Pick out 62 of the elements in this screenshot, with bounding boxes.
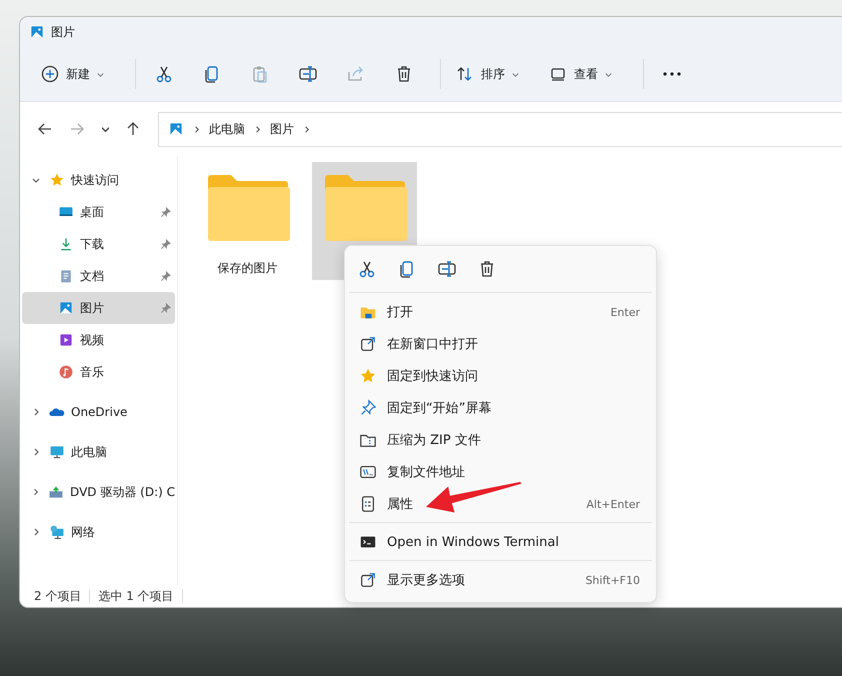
star-icon	[49, 172, 65, 188]
video-icon	[58, 332, 74, 348]
picture-icon	[58, 300, 74, 316]
sidebar-item[interactable]: 文档	[22, 260, 175, 292]
menu-item[interactable]: 显示更多选项 Shift+F10	[349, 564, 652, 596]
forward-arrow-icon	[69, 121, 85, 137]
menu-item[interactable]: 打开 Enter	[349, 296, 652, 328]
shortcut-text: Enter	[610, 306, 640, 318]
scissors-icon	[154, 64, 174, 84]
window-title: 图片	[51, 24, 75, 40]
menu-item[interactable]: 在新窗口中打开	[349, 328, 652, 360]
menu-item[interactable]: 固定到快速访问	[349, 360, 652, 392]
picture-icon	[29, 24, 45, 40]
status-text: 2 个项目	[34, 588, 82, 604]
star-icon	[359, 367, 377, 385]
sidebar-item[interactable]: 此电脑	[22, 436, 175, 468]
sidebar-item[interactable]: 视频	[22, 324, 175, 356]
pin-icon	[359, 399, 377, 417]
rename-icon	[437, 259, 457, 279]
monitor-icon	[49, 444, 65, 460]
sidebar-item[interactable]: 快速访问	[22, 164, 175, 196]
sidebar-item[interactable]: 图片	[22, 292, 175, 324]
document-icon	[58, 268, 74, 284]
more-options-icon	[359, 571, 377, 589]
menu-item[interactable]: 压缩为 ZIP 文件	[349, 424, 652, 456]
sidebar-item[interactable]: 音乐	[22, 356, 175, 388]
breadcrumb-item[interactable]: 图片	[270, 120, 294, 138]
rename-icon	[298, 64, 318, 84]
status-text: 选中 1 个项目	[98, 588, 174, 604]
scissors-icon	[357, 259, 377, 279]
network-icon	[49, 524, 65, 540]
menu-item[interactable]: 固定到“开始”屏幕	[349, 392, 652, 424]
menu-item[interactable]: Open in Windows Terminal	[349, 526, 652, 558]
more-icon	[663, 72, 681, 76]
dvd-drive-icon	[48, 484, 64, 500]
sidebar-item[interactable]: OneDrive	[22, 396, 175, 428]
path-icon	[359, 463, 377, 481]
view-menu-button[interactable]: 查看	[542, 57, 619, 91]
external-window-icon	[359, 335, 377, 353]
shortcut-text: Alt+Enter	[586, 498, 640, 510]
properties-icon	[359, 495, 377, 513]
menu-item[interactable]: 复制文件地址	[349, 456, 652, 488]
sidebar-item[interactable]: 桌面	[22, 196, 175, 228]
sidebar-item[interactable]: 网络	[22, 516, 175, 548]
sidebar-item[interactable]: 下载	[22, 228, 175, 260]
folder-item[interactable]: 保存的图片	[195, 162, 300, 280]
menu-item[interactable]: 属性 Alt+Enter	[349, 488, 652, 520]
shortcut-text: Shift+F10	[585, 574, 640, 586]
breadcrumb-item[interactable]: 此电脑	[209, 120, 245, 138]
music-icon	[58, 364, 74, 380]
sort-menu-button[interactable]: 排序	[449, 57, 526, 91]
folder-icon	[206, 174, 290, 242]
picture-icon	[168, 121, 184, 137]
download-icon	[58, 236, 74, 252]
plus-circle-icon	[40, 64, 60, 84]
up-arrow-icon	[125, 121, 141, 137]
new-menu-button[interactable]: 新建	[34, 57, 111, 91]
caret-icon	[102, 126, 108, 132]
back-arrow-icon	[37, 121, 53, 137]
address-bar[interactable]: 此电脑 图片	[158, 112, 842, 146]
folder-icon	[322, 174, 406, 242]
sidebar-item[interactable]: DVD 驱动器 (D:) C	[22, 476, 175, 508]
